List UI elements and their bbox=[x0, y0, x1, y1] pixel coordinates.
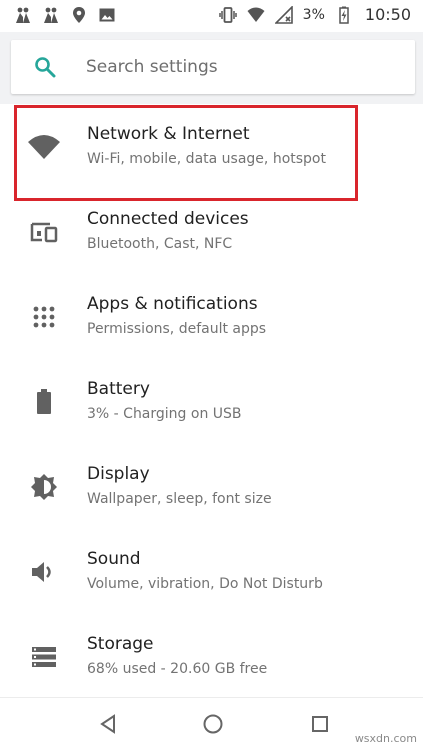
status-right-icons: 3% 10:50 bbox=[218, 5, 411, 24]
search-bar-area bbox=[0, 32, 423, 104]
settings-item-storage[interactable]: Storage 68% used - 20.60 GB free bbox=[0, 612, 423, 697]
settings-item-subtitle: 68% used - 20.60 GB free bbox=[87, 661, 268, 677]
status-time: 10:50 bbox=[364, 5, 411, 24]
settings-item-title: Apps & notifications bbox=[87, 294, 258, 314]
settings-item-title: Battery bbox=[87, 379, 150, 399]
settings-item-title: Connected devices bbox=[87, 209, 249, 229]
status-bar: 3% 10:50 bbox=[0, 0, 423, 32]
recents-button[interactable] bbox=[308, 712, 332, 736]
settings-item-subtitle: Wallpaper, sleep, font size bbox=[87, 491, 272, 507]
settings-item-sound[interactable]: Sound Volume, vibration, Do Not Disturb bbox=[0, 527, 423, 612]
person-icon bbox=[44, 7, 58, 23]
highlight-box bbox=[14, 105, 358, 201]
image-icon bbox=[99, 8, 115, 22]
status-left-icons bbox=[14, 6, 116, 24]
search-input[interactable] bbox=[86, 40, 386, 94]
wifi-icon bbox=[247, 7, 265, 22]
settings-item-title: Sound bbox=[87, 549, 141, 569]
settings-item-title: Display bbox=[87, 464, 150, 484]
settings-item-display[interactable]: Display Wallpaper, sleep, font size bbox=[0, 442, 423, 527]
settings-item-subtitle: Permissions, default apps bbox=[87, 321, 267, 337]
battery-charging-icon bbox=[339, 6, 349, 24]
settings-item-title: Storage bbox=[87, 634, 154, 654]
battery-icon bbox=[37, 389, 51, 414]
search-icon[interactable] bbox=[34, 56, 56, 78]
brightness-icon bbox=[31, 474, 57, 500]
vibrate-icon bbox=[218, 7, 237, 23]
back-icon[interactable] bbox=[98, 714, 118, 734]
home-button[interactable] bbox=[201, 712, 225, 736]
settings-item-subtitle: Volume, vibration, Do Not Disturb bbox=[87, 576, 323, 592]
search-bar[interactable] bbox=[11, 40, 415, 94]
location-icon bbox=[73, 7, 85, 23]
recents-icon[interactable] bbox=[311, 715, 329, 733]
settings-item-subtitle: 3% - Charging on USB bbox=[87, 406, 242, 422]
settings-item-subtitle: Bluetooth, Cast, NFC bbox=[87, 236, 233, 252]
back-button[interactable] bbox=[96, 712, 120, 736]
storage-icon bbox=[32, 647, 56, 667]
no-signal-icon bbox=[274, 6, 293, 24]
volume-icon bbox=[32, 562, 51, 582]
apps-grid-icon bbox=[33, 306, 55, 328]
home-icon[interactable] bbox=[202, 713, 224, 735]
watermark: wsxdn.com bbox=[354, 732, 417, 745]
settings-item-battery[interactable]: Battery 3% - Charging on USB bbox=[0, 357, 423, 442]
battery-percent: 3% bbox=[302, 7, 325, 23]
person-icon bbox=[16, 7, 30, 23]
devices-icon bbox=[30, 222, 58, 243]
settings-item-apps[interactable]: Apps & notifications Permissions, defaul… bbox=[0, 272, 423, 357]
